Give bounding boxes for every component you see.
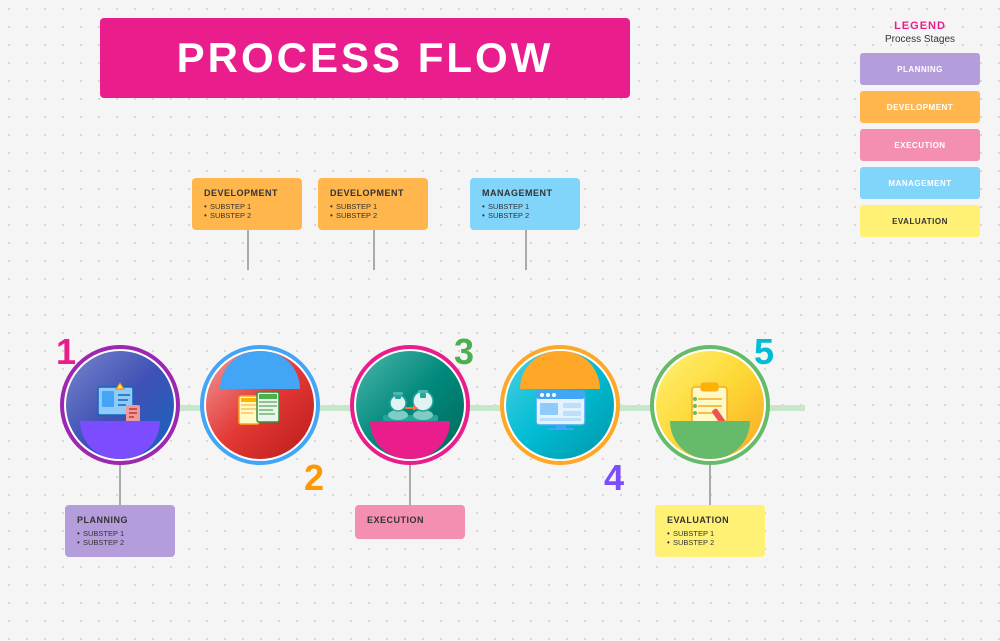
stage-4: 4: [500, 345, 620, 465]
legend-subtitle: Process Stages: [860, 34, 980, 45]
stage-1-substep-2: SUBSTEP 2: [83, 538, 163, 547]
stage-5-box-title: EVALUATION: [667, 515, 753, 525]
stage-5-connector: [709, 465, 711, 505]
stage-4-number: 4: [604, 457, 624, 499]
stage-1-substep-1: SUBSTEP 1: [83, 529, 163, 538]
stage-3-circle: 3: [350, 345, 470, 465]
stage-3: 3: [350, 345, 470, 539]
stage-5-icon: [656, 351, 764, 459]
stage-5-substep-1: SUBSTEP 1: [673, 529, 753, 538]
stage-1-box-title: PLANNING: [77, 515, 163, 525]
stage-5-number: 5: [754, 331, 774, 373]
title-text: PROCESS FLOW: [177, 34, 554, 82]
legend-management: MANAGEMENT: [860, 167, 980, 199]
stage-4-substep-2: SUBSTEP 2: [488, 211, 568, 220]
stage-3-box: EXECUTION: [355, 505, 465, 539]
stage-5: 5: [650, 345, 770, 557]
stage-4-box: MANAGEMENT SUBSTEP 1 SUBSTEP 2: [470, 178, 580, 230]
stage-5-box: EVALUATION SUBSTEP 1 SUBSTEP 2: [655, 505, 765, 557]
stage-4-circle: 4: [500, 345, 620, 465]
stage-2-connector: [247, 230, 249, 270]
stage-1-circle: 1: [60, 345, 180, 465]
legend-execution: EXECUTION: [860, 129, 980, 161]
stage-3-connector-bottom: [409, 465, 411, 505]
legend: LEGEND Process Stages PLANNING DEVELOPME…: [860, 20, 980, 243]
stage-3-icon: [356, 351, 464, 459]
legend-title: LEGEND: [860, 20, 980, 32]
stage-4-icon: [506, 351, 614, 459]
stage-3-number: 3: [454, 331, 474, 373]
stage-2-box-title: DEVELOPMENT: [204, 188, 290, 198]
main-container: PROCESS FLOW 1: [0, 0, 1000, 641]
legend-planning: PLANNING: [860, 53, 980, 85]
stage-4-box-wrapper: MANAGEMENT SUBSTEP 1 SUBSTEP 2: [470, 178, 580, 270]
stage-1: 1: [60, 345, 180, 557]
stage-4-substep-1: SUBSTEP 1: [488, 202, 568, 211]
stage-3-dev-box: DEVELOPMENT SUBSTEP 1 SUBSTEP 2: [318, 178, 428, 230]
stage-1-box: PLANNING SUBSTEP 1 SUBSTEP 2: [65, 505, 175, 557]
stage-2-icon: [206, 351, 314, 459]
stage-3-substep-2: SUBSTEP 2: [336, 211, 416, 220]
stage-2: 2: [200, 345, 320, 465]
stage-2-number: 2: [304, 457, 324, 499]
stage-3-dev-box-title: DEVELOPMENT: [330, 188, 416, 198]
stage-2-substep-2: SUBSTEP 2: [210, 211, 290, 220]
legend-evaluation: EVALUATION: [860, 205, 980, 237]
stage-1-connector: [119, 465, 121, 505]
stage-2-box: DEVELOPMENT SUBSTEP 1 SUBSTEP 2: [192, 178, 302, 230]
legend-development: DEVELOPMENT: [860, 91, 980, 123]
stage-3-box-wrapper: DEVELOPMENT SUBSTEP 1 SUBSTEP 2: [318, 178, 428, 270]
stage-3-box-title: EXECUTION: [367, 515, 453, 525]
stage-4-connector: [525, 230, 527, 270]
stage-2-circle: 2: [200, 345, 320, 465]
stage-2-box-wrapper: DEVELOPMENT SUBSTEP 1 SUBSTEP 2: [192, 178, 302, 270]
stage-3-substep-1: SUBSTEP 1: [336, 202, 416, 211]
stage-2-substep-1: SUBSTEP 1: [210, 202, 290, 211]
stage-5-circle: 5: [650, 345, 770, 465]
stage-4-box-title: MANAGEMENT: [482, 188, 568, 198]
stage-3-connector-top: [373, 230, 375, 270]
stage-1-icon: [66, 351, 174, 459]
stage-5-substep-2: SUBSTEP 2: [673, 538, 753, 547]
title-banner: PROCESS FLOW: [100, 18, 630, 98]
stage-1-number: 1: [56, 331, 76, 373]
